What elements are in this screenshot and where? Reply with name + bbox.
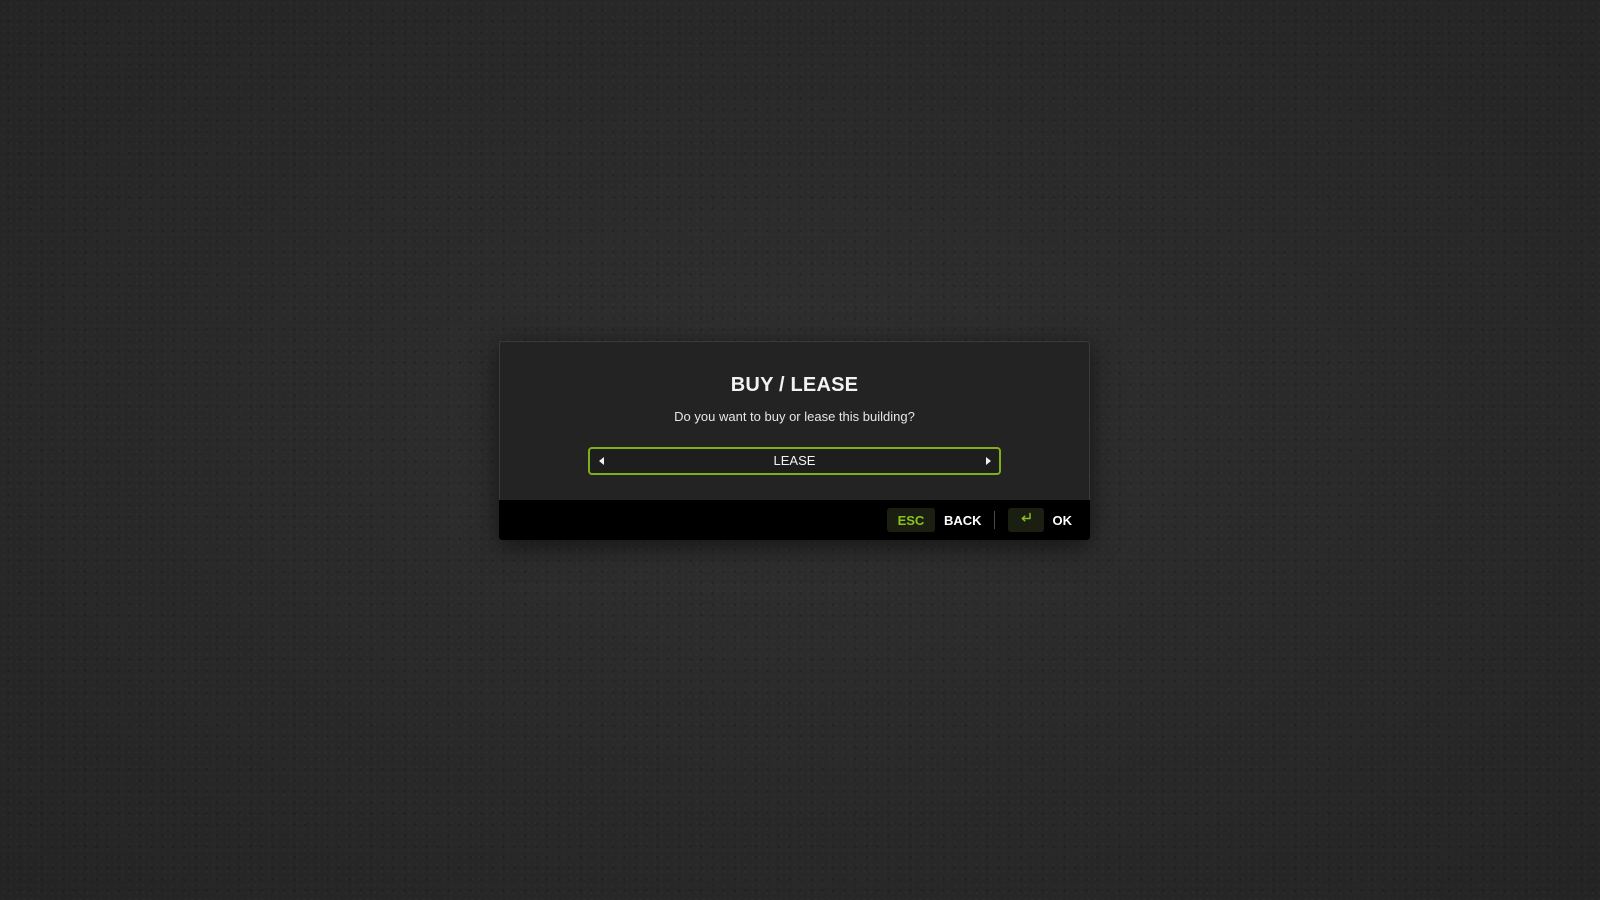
buy-lease-selector[interactable]: LEASE	[588, 447, 1001, 475]
selector-value: LEASE	[773, 453, 816, 468]
ok-label: OK	[1052, 512, 1073, 528]
dialog-footer: ESC BACK OK	[499, 500, 1090, 540]
dialog-title: BUY / LEASE	[730, 374, 859, 396]
action-separator	[993, 511, 995, 529]
buy-lease-dialog: BUY / LEASE Do you want to buy or lease …	[499, 341, 1090, 540]
back-button[interactable]: ESC BACK	[886, 508, 982, 532]
footer-actions: ESC BACK OK	[886, 500, 1073, 540]
ok-button[interactable]: OK	[1007, 508, 1073, 532]
esc-key-badge: ESC	[886, 508, 935, 532]
selector-next-button[interactable]	[977, 449, 999, 473]
dialog-message: Do you want to buy or lease this buildin…	[674, 409, 915, 424]
enter-key-icon	[1019, 511, 1033, 529]
triangle-left-icon	[598, 457, 604, 465]
selector-previous-button[interactable]	[590, 449, 612, 473]
dialog-body: BUY / LEASE Do you want to buy or lease …	[499, 341, 1090, 500]
triangle-right-icon	[985, 457, 991, 465]
enter-key-badge	[1007, 508, 1044, 532]
back-label: BACK	[943, 512, 982, 528]
